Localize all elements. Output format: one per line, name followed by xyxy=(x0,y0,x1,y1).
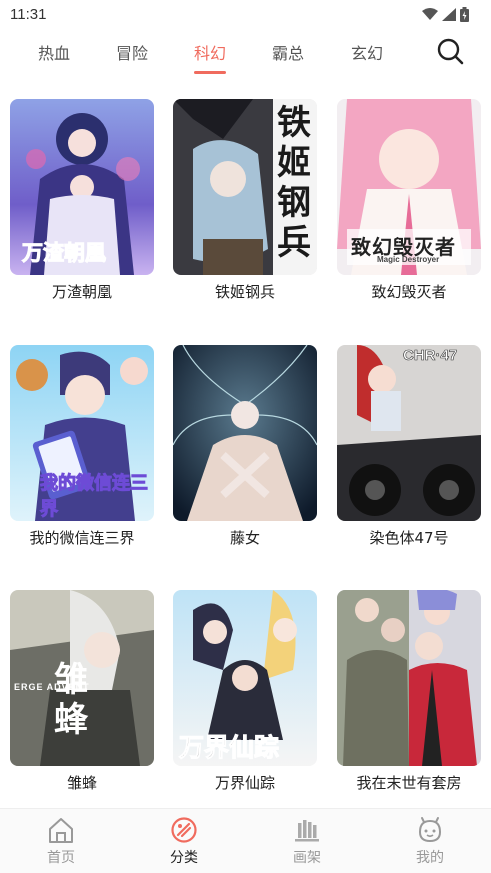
cover-subtitle-text: Magic Destroyer xyxy=(377,255,440,264)
comic-card[interactable]: 万渣朝凰 万渣朝凰 xyxy=(10,99,154,302)
comic-title[interactable]: 藤女 xyxy=(173,527,317,548)
tab-rexue[interactable]: 热血 xyxy=(24,40,84,64)
status-icons xyxy=(422,6,469,22)
cover-title-text: 万界仙踪 xyxy=(178,733,280,763)
comic-card[interactable]: 我在末世有套房 xyxy=(337,590,481,793)
comic-cover[interactable]: 铁姬钢兵 xyxy=(173,99,317,275)
comic-title[interactable]: 雏蜂 xyxy=(10,772,154,793)
tab-xuanhuan[interactable]: 玄幻 xyxy=(337,40,397,64)
comic-cover[interactable]: CHR·47 xyxy=(337,345,481,521)
comic-cover[interactable]: 万渣朝凰 xyxy=(10,99,154,275)
cover-title-text: 铁姬钢兵 xyxy=(277,103,311,263)
tab-bazong[interactable]: 霸总 xyxy=(258,40,318,64)
status-time: 11:31 xyxy=(10,5,47,23)
comic-title[interactable]: 铁姬钢兵 xyxy=(173,281,317,302)
nav-label: 我的 xyxy=(416,850,444,866)
bottom-nav: 首页 分类 画架 我的 xyxy=(0,808,491,873)
nav-label: 分类 xyxy=(170,850,198,866)
comic-card[interactable]: 万界仙踪 万界仙踪 xyxy=(173,590,317,793)
comic-cover[interactable] xyxy=(337,590,481,766)
comic-title[interactable]: 致幻毁灭者 xyxy=(337,281,481,302)
status-bar: 11:31 xyxy=(0,0,491,28)
comic-cover[interactable]: ERGE ADVENT 雏蜂 xyxy=(10,590,154,766)
comic-card[interactable]: 我的微信连三界 我的微信连三界 xyxy=(10,345,154,548)
nav-item-profile[interactable]: 我的 xyxy=(390,815,470,867)
comic-cover[interactable]: 致幻毁灭者 Magic Destroyer xyxy=(337,99,481,275)
comic-cover[interactable] xyxy=(173,345,317,521)
battery-icon xyxy=(460,6,469,22)
cover-title-text: 万渣朝凰 xyxy=(22,240,107,266)
category-icon xyxy=(171,817,197,843)
shelf-icon xyxy=(295,820,319,842)
nav-label: 首页 xyxy=(47,850,75,866)
signal-icon xyxy=(442,7,456,21)
active-tab-indicator xyxy=(194,71,226,74)
comic-card[interactable]: ERGE ADVENT 雏蜂 雏蜂 xyxy=(10,590,154,793)
comic-card[interactable]: CHR·47 染色体47号 xyxy=(337,345,481,548)
cover-title-text: 我的微信连三界 xyxy=(40,473,149,521)
profile-icon xyxy=(418,817,442,843)
nav-label: 画架 xyxy=(293,850,321,866)
search-icon[interactable] xyxy=(436,37,464,65)
comic-card[interactable]: 藤女 xyxy=(173,345,317,548)
home-icon xyxy=(49,818,73,843)
wifi-icon xyxy=(422,7,438,20)
comic-title[interactable]: 我在末世有套房 xyxy=(337,772,481,793)
comic-cover[interactable]: 我的微信连三界 xyxy=(10,345,154,521)
cover-title-text: 雏蜂 xyxy=(54,660,88,740)
nav-item-shelf[interactable]: 画架 xyxy=(267,815,347,867)
comic-title[interactable]: 万界仙踪 xyxy=(173,772,317,793)
comic-title[interactable]: 万渣朝凰 xyxy=(10,281,154,302)
comic-card[interactable]: 铁姬钢兵 铁姬钢兵 xyxy=(173,99,317,302)
nav-item-category[interactable]: 分类 xyxy=(144,815,224,867)
comic-card[interactable]: 致幻毁灭者 Magic Destroyer 致幻毁灭者 xyxy=(337,99,481,302)
comic-title[interactable]: 我的微信连三界 xyxy=(10,527,154,548)
category-tabs: 热血 冒险 科幻 霸总 玄幻 xyxy=(0,28,491,76)
tab-maoxian[interactable]: 冒险 xyxy=(102,40,162,64)
comic-cover[interactable]: 万界仙踪 xyxy=(173,590,317,766)
nav-item-home[interactable]: 首页 xyxy=(21,815,101,867)
tab-kehuan[interactable]: 科幻 xyxy=(180,40,240,64)
cover-title-text: CHR·47 xyxy=(403,347,458,365)
comic-title[interactable]: 染色体47号 xyxy=(337,527,481,548)
